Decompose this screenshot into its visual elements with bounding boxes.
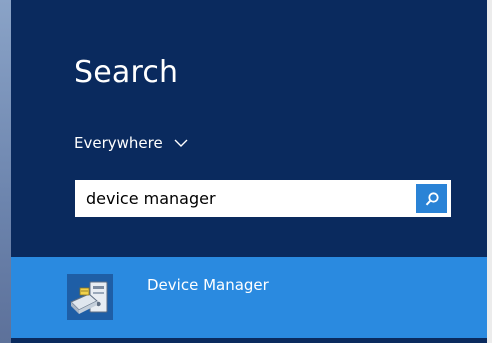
search-scope-label: Everywhere xyxy=(74,134,163,152)
device-manager-app-icon xyxy=(67,274,113,320)
desktop-right-edge xyxy=(487,0,492,343)
panel-bottom-edge xyxy=(11,338,487,343)
search-input[interactable] xyxy=(75,180,405,217)
search-scope-dropdown[interactable]: Everywhere xyxy=(74,131,189,155)
search-result-device-manager[interactable]: Device Manager xyxy=(11,257,487,338)
search-icon xyxy=(425,191,439,205)
desktop-background-edge xyxy=(0,0,11,343)
search-box xyxy=(75,180,451,217)
chevron-down-icon xyxy=(174,139,188,147)
screen: Search Everywhere device manager Device … xyxy=(0,0,492,343)
search-button[interactable] xyxy=(416,184,447,213)
search-title: Search xyxy=(74,55,179,90)
search-result-label: Device Manager xyxy=(147,276,269,294)
